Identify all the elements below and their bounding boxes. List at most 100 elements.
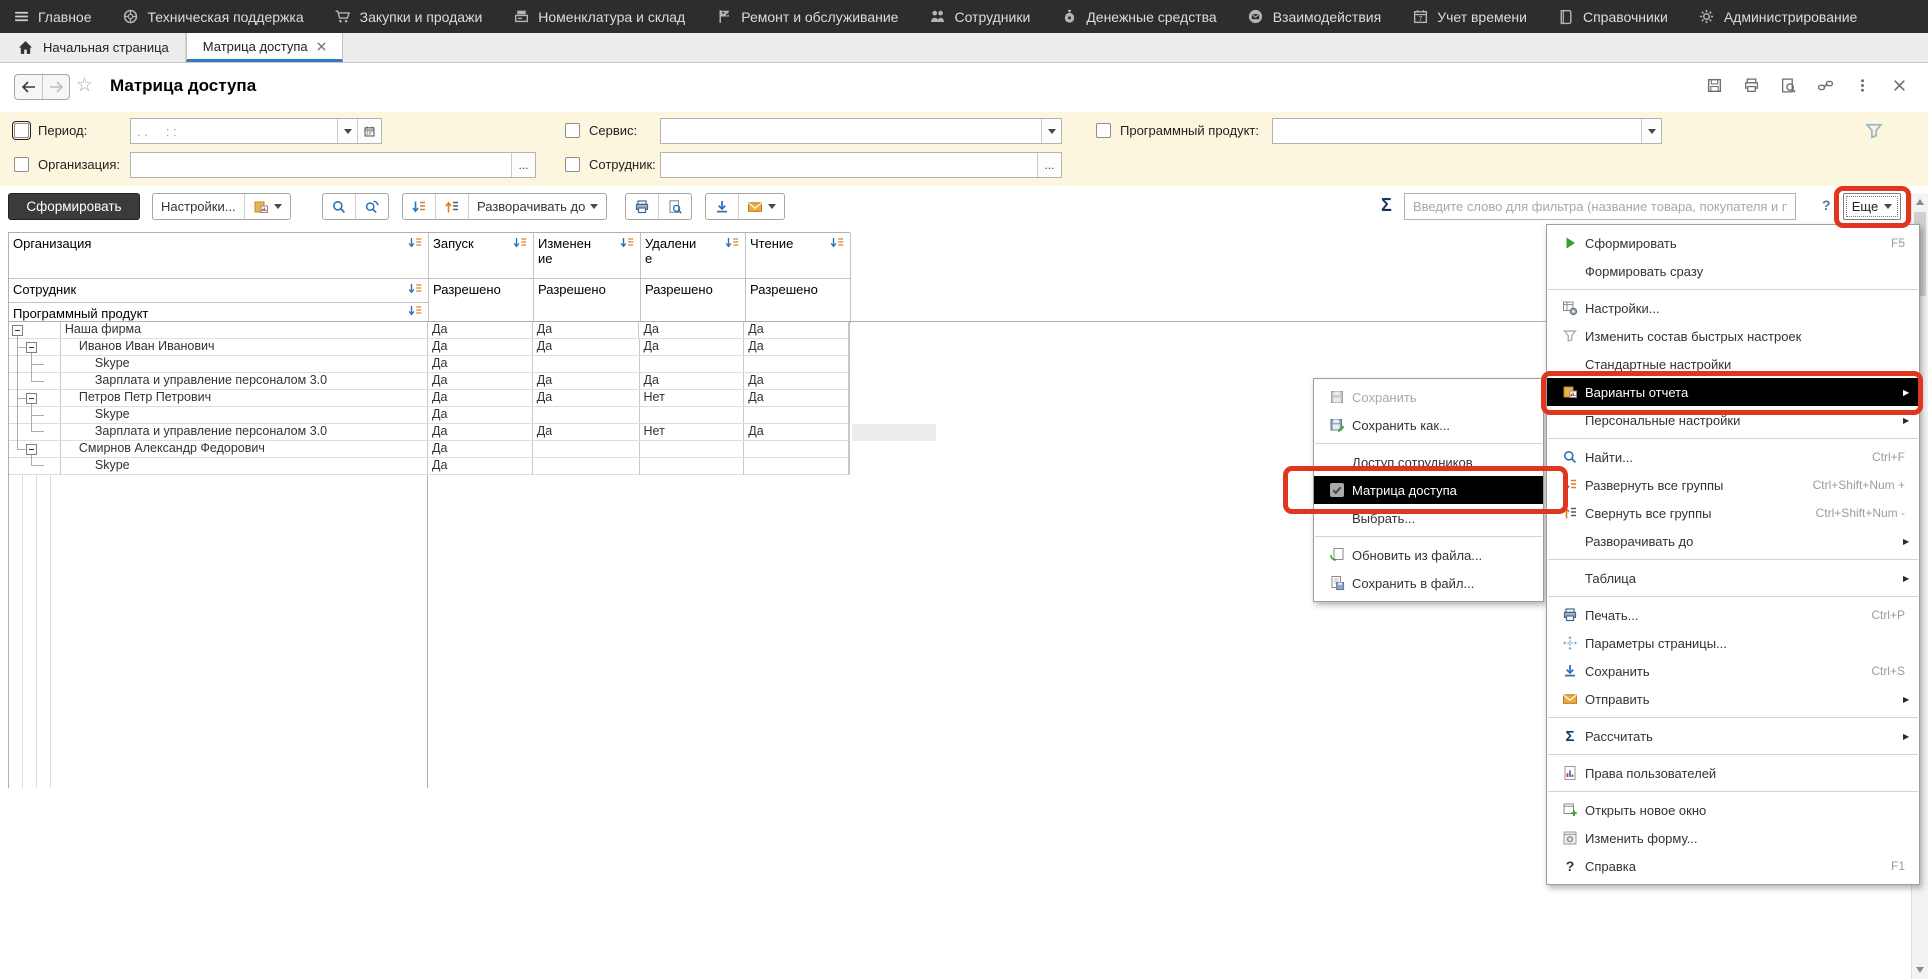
value-cell[interactable]: Да — [428, 356, 533, 372]
value-cell[interactable]: Нет — [640, 424, 745, 440]
group-cell[interactable]: Смирнов Александр Федорович — [61, 441, 428, 457]
table-row[interactable]: Зарплата и управление персоналом 3.0ДаДа… — [9, 424, 849, 441]
value-cell[interactable]: Да — [428, 424, 533, 440]
close-icon[interactable] — [1890, 76, 1908, 94]
organization-checkbox[interactable] — [14, 157, 29, 172]
service-input[interactable] — [661, 119, 1041, 143]
submenu-item-choose[interactable]: Выбрать... — [1314, 504, 1543, 532]
submenu-item-access-matrix[interactable]: Матрица доступа — [1314, 476, 1543, 504]
save-file-button[interactable] — [706, 194, 738, 219]
sort-icon[interactable] — [725, 237, 740, 252]
more-item-user-rights[interactable]: Права пользователей — [1547, 759, 1919, 787]
value-cell[interactable]: Да — [428, 322, 533, 338]
more-item-calculate[interactable]: Σ Рассчитать ▶ — [1547, 722, 1919, 750]
value-cell[interactable]: Да — [744, 390, 849, 406]
product-checkbox[interactable] — [1096, 123, 1111, 138]
expand-groups-button[interactable] — [403, 194, 435, 219]
send-button[interactable] — [738, 194, 784, 219]
service-checkbox[interactable] — [565, 123, 580, 138]
settings-button[interactable]: Настройки... — [153, 194, 244, 219]
value-cell[interactable] — [640, 407, 745, 423]
menu-interactions[interactable]: Взаимодействия — [1247, 8, 1382, 26]
value-cell[interactable]: Да — [744, 322, 849, 338]
link-icon[interactable] — [1816, 76, 1834, 94]
preview-icon[interactable] — [1779, 76, 1797, 94]
more-item-expand-all-groups[interactable]: Развернуть все группы Ctrl+Shift+Num + — [1547, 471, 1919, 499]
group-cell[interactable]: Петров Петр Петрович — [61, 390, 428, 406]
value-cell[interactable]: Да — [640, 373, 745, 389]
collapse-toggle[interactable] — [12, 325, 23, 336]
value-cell[interactable] — [533, 458, 640, 474]
more-item-edit-form[interactable]: Изменить форму... — [1547, 824, 1919, 852]
table-row[interactable]: Наша фирмаДаДаДаДа — [9, 322, 849, 339]
sort-icon[interactable] — [830, 237, 845, 252]
sort-icon[interactable] — [513, 237, 528, 252]
value-cell[interactable] — [640, 441, 745, 457]
organization-input[interactable] — [131, 153, 511, 177]
table-row[interactable]: Иванов Иван ИвановичДаДаДаДа — [9, 339, 849, 356]
more-item-page-setup[interactable]: Параметры страницы... — [1547, 629, 1919, 657]
tab-close-icon[interactable] — [317, 39, 326, 54]
value-cell[interactable] — [744, 458, 849, 474]
print-preview-button[interactable] — [658, 194, 691, 219]
generate-button[interactable]: Сформировать — [8, 193, 140, 220]
menu-cash-funds[interactable]: Денежные средства — [1060, 8, 1216, 26]
submenu-item-save-as[interactable]: Сохранить как... — [1314, 411, 1543, 439]
value-cell[interactable]: Да — [533, 424, 640, 440]
more-item-table[interactable]: Таблица ▶ — [1547, 564, 1919, 592]
sort-icon[interactable] — [408, 237, 423, 252]
expand-to-button[interactable]: Разворачивать до — [468, 194, 606, 219]
report-variants-button[interactable] — [244, 194, 290, 219]
value-cell[interactable]: Да — [533, 390, 640, 406]
menu-tech-support[interactable]: Техническая поддержка — [122, 8, 304, 26]
value-cell[interactable] — [744, 407, 849, 423]
header-read[interactable]: Чтение — [746, 233, 851, 279]
product-cell[interactable]: Зарплата и управление персоналом 3.0 — [61, 373, 428, 389]
period-input[interactable] — [131, 119, 337, 143]
filter-funnel-icon[interactable] — [1864, 121, 1884, 144]
collapse-groups-button[interactable] — [435, 194, 468, 219]
value-cell[interactable]: Да — [744, 424, 849, 440]
value-cell[interactable]: Да — [428, 339, 533, 355]
collapse-toggle[interactable] — [26, 342, 37, 353]
employee-input[interactable] — [661, 153, 1037, 177]
product-cell[interactable]: Skype — [61, 407, 428, 423]
menu-time-tracking[interactable]: 7 Учет времени — [1411, 8, 1527, 26]
product-cell[interactable]: Skype — [61, 458, 428, 474]
quick-filter-input[interactable] — [1404, 193, 1796, 220]
value-cell[interactable]: Да — [428, 390, 533, 406]
tab-home[interactable]: Начальная страница — [0, 33, 186, 62]
value-cell[interactable] — [533, 356, 640, 372]
value-cell[interactable] — [744, 441, 849, 457]
save-icon[interactable] — [1705, 76, 1723, 94]
more-item-standard-settings[interactable]: Стандартные настройки — [1547, 350, 1919, 378]
header-organization[interactable]: Организация — [9, 233, 429, 279]
sort-icon[interactable] — [408, 305, 423, 320]
period-checkbox[interactable] — [14, 123, 29, 138]
print-icon[interactable] — [1742, 76, 1760, 94]
more-item-quick-settings[interactable]: Изменить состав быстрых настроек — [1547, 322, 1919, 350]
menu-main[interactable]: Главное — [12, 8, 92, 26]
more-item-expand-to[interactable]: Разворачивать до ▶ — [1547, 527, 1919, 555]
kebab-menu-icon[interactable] — [1853, 76, 1871, 94]
menu-purchases-sales[interactable]: Закупки и продажи — [334, 8, 483, 26]
value-cell[interactable]: Да — [428, 373, 533, 389]
favorite-star-icon[interactable]: ☆ — [76, 76, 93, 95]
collapse-toggle[interactable] — [26, 393, 37, 404]
search-button[interactable] — [323, 194, 355, 219]
menu-employees[interactable]: Сотрудники — [928, 8, 1030, 26]
value-cell[interactable] — [533, 441, 640, 457]
menu-administration[interactable]: Администрирование — [1698, 8, 1858, 26]
product-cell[interactable]: Skype — [61, 356, 428, 372]
current-cell-cursor[interactable] — [852, 424, 936, 441]
scroll-up-icon[interactable] — [1912, 194, 1928, 210]
more-item-generate-now[interactable]: Формировать сразу — [1547, 257, 1919, 285]
help-icon[interactable]: ? — [1822, 197, 1831, 213]
more-item-save[interactable]: Сохранить Ctrl+S — [1547, 657, 1919, 685]
product-dropdown-icon[interactable] — [1641, 119, 1661, 143]
tab-access-matrix[interactable]: Матрица доступа — [186, 33, 343, 62]
group-cell[interactable]: Иванов Иван Иванович — [61, 339, 428, 355]
value-cell[interactable]: Да — [744, 373, 849, 389]
value-cell[interactable]: Да — [428, 458, 533, 474]
table-row[interactable]: SkypeДа — [9, 458, 849, 475]
